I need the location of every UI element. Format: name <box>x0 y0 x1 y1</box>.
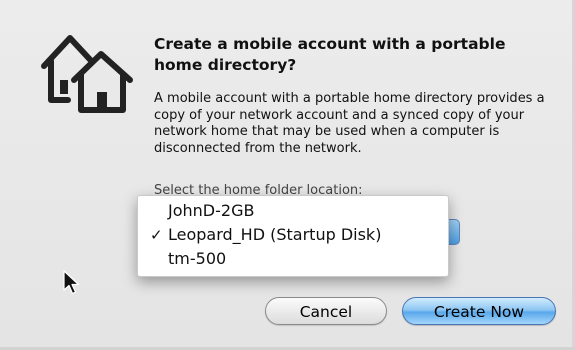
mobile-account-dialog: Create a mobile account with a portable … <box>0 0 575 350</box>
menu-item-label: JohnD-2GB <box>168 201 255 220</box>
mouse-pointer-icon <box>63 270 80 295</box>
houses-icon <box>41 35 133 113</box>
checkmark-icon: ✓ <box>150 226 163 244</box>
menu-item-label: tm-500 <box>168 249 227 268</box>
cancel-button[interactable]: Cancel <box>265 297 387 325</box>
menu-item-tm-500[interactable]: tm-500 <box>138 248 448 270</box>
dialog-title: Create a mobile account with a portable … <box>154 35 506 74</box>
location-popup-menu: JohnD-2GB ✓ Leopard_HD (Startup Disk) tm… <box>137 195 449 277</box>
menu-item-leopard-hd[interactable]: ✓ Leopard_HD (Startup Disk) <box>138 224 448 246</box>
menu-item-johnd-2gb[interactable]: JohnD-2GB <box>138 200 448 222</box>
create-now-button[interactable]: Create Now <box>402 297 556 325</box>
dialog-message: A mobile account with a portable home di… <box>154 91 545 157</box>
menu-item-label: Leopard_HD (Startup Disk) <box>168 225 382 244</box>
